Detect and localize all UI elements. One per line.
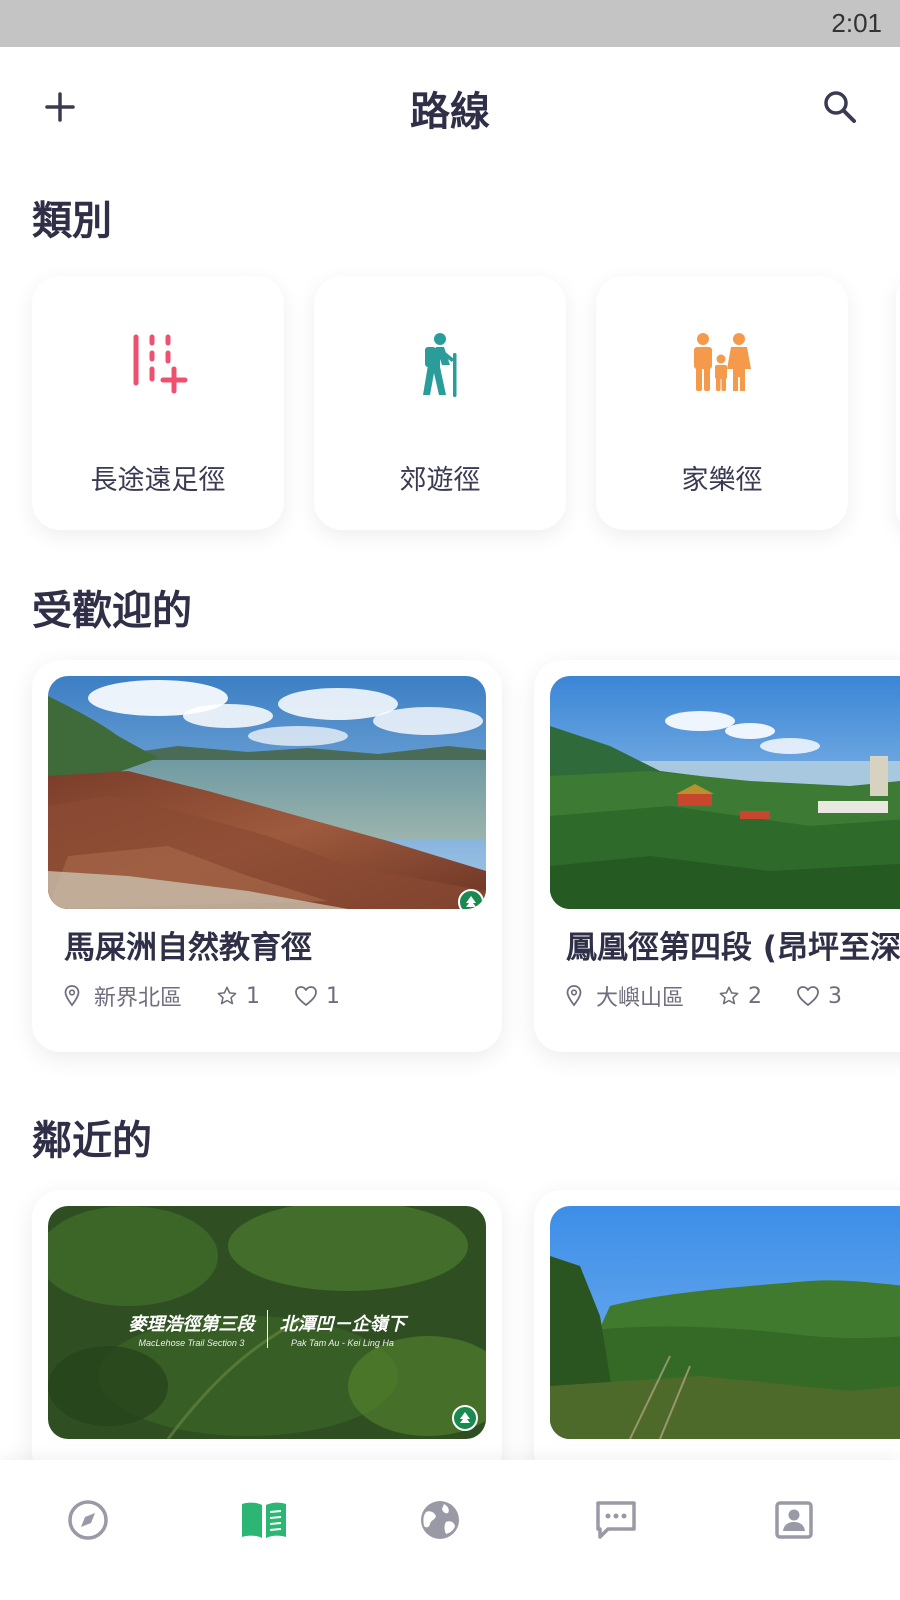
- video-title-overlay: 麥理浩徑第三段 MacLehose Trail Section 3 北潭凹－企嶺…: [48, 1310, 486, 1348]
- category-card-next-peek[interactable]: [896, 276, 900, 530]
- trail-meta: 新界北區 1 1: [64, 980, 340, 1012]
- nav-world[interactable]: [410, 1490, 470, 1550]
- nav-profile[interactable]: [764, 1490, 824, 1550]
- globe-icon: [421, 1501, 459, 1539]
- trail-name: 馬屎洲自然教育徑: [64, 930, 312, 966]
- trail-photo: [550, 1206, 900, 1439]
- category-card-long-distance[interactable]: 長途遠足徑: [32, 276, 284, 530]
- star-icon: [217, 986, 237, 1005]
- category-label: 家樂徑: [681, 465, 763, 496]
- trail-card[interactable]: [534, 1190, 900, 1480]
- search-button[interactable]: [810, 77, 870, 137]
- trail-name: 鳳凰徑第四段 (昂坪至深: [566, 930, 900, 966]
- overlay-title-right: 北潭凹－企嶺下: [279, 1314, 406, 1335]
- afcd-tree-icon: [452, 1405, 478, 1431]
- hiker-icon: [423, 333, 457, 397]
- location-pin-icon: [64, 985, 80, 1007]
- trail-region: 新界北區: [94, 986, 183, 1011]
- book-icon: [242, 1502, 286, 1538]
- overlay-subtitle-left: MacLehose Trail Section 3: [138, 1338, 245, 1348]
- family-icon: [694, 333, 751, 391]
- nav-explore[interactable]: [58, 1490, 118, 1550]
- app-bar: 路線: [0, 47, 900, 167]
- long-distance-trail-icon: [133, 334, 188, 394]
- trail-rating: 2: [748, 983, 763, 1009]
- chat-icon: [596, 1501, 636, 1539]
- overlay-subtitle-right: Pak Tam Au - Kei Ling Ha: [291, 1338, 394, 1348]
- heart-icon: [797, 986, 819, 1006]
- heart-icon: [295, 986, 317, 1006]
- trail-region: 大嶼山區: [596, 986, 685, 1011]
- trail-photo: [48, 676, 486, 909]
- category-label: 長途遠足徑: [90, 465, 226, 496]
- page-title: 路線: [410, 89, 490, 135]
- category-card-family-trail[interactable]: 家樂徑: [596, 276, 848, 530]
- profile-icon: [775, 1501, 813, 1539]
- nav-messages[interactable]: [586, 1490, 646, 1550]
- nearby-heading: 鄰近的: [32, 1118, 152, 1164]
- location-pin-icon: [566, 985, 582, 1007]
- status-time: 2:01: [831, 8, 882, 38]
- category-label: 郊遊徑: [399, 465, 481, 496]
- trail-card[interactable]: 馬屎洲自然教育徑 新界北區 1 1: [32, 660, 502, 1052]
- nav-routes[interactable]: [234, 1490, 294, 1550]
- trail-rating: 1: [246, 983, 261, 1009]
- categories-heading: 類別: [32, 198, 112, 244]
- afcd-tree-icon: [458, 889, 484, 909]
- compass-icon: [68, 1500, 108, 1540]
- trail-card[interactable]: 鳳凰徑第四段 (昂坪至深 大嶼山區 2 3: [534, 660, 900, 1052]
- popular-heading: 受歡迎的: [32, 588, 192, 634]
- trail-photo: [550, 676, 900, 909]
- status-bar: 2:01: [0, 0, 900, 47]
- trail-likes: 1: [326, 983, 341, 1009]
- trail-card[interactable]: 麥理浩徑第三段 MacLehose Trail Section 3 北潭凹－企嶺…: [32, 1190, 502, 1480]
- star-icon: [719, 986, 739, 1005]
- trail-photo: 麥理浩徑第三段 MacLehose Trail Section 3 北潭凹－企嶺…: [48, 1206, 486, 1439]
- bottom-navigation: [0, 1460, 900, 1600]
- trail-likes: 3: [828, 983, 843, 1009]
- trail-meta: 大嶼山區 2 3: [566, 980, 842, 1012]
- category-card-country-trail[interactable]: 郊遊徑: [314, 276, 566, 530]
- search-icon: [824, 91, 856, 123]
- overlay-title-left: 麥理浩徑第三段: [128, 1314, 255, 1335]
